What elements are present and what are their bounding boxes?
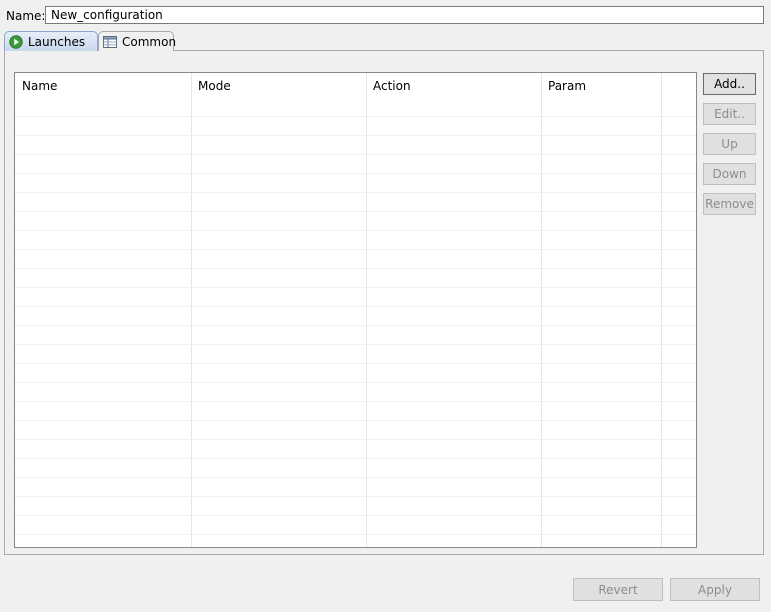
- table-row-line: [15, 515, 696, 516]
- table-row-line: [15, 230, 696, 231]
- table-row-line: [15, 173, 696, 174]
- remove-button[interactable]: Remove: [703, 193, 756, 215]
- run-icon: [9, 34, 23, 49]
- table-row-line: [15, 363, 696, 364]
- column-separator: [191, 73, 192, 547]
- table-row-line: [15, 496, 696, 497]
- column-separator: [541, 73, 542, 547]
- table-row-line: [15, 344, 696, 345]
- column-separator: [366, 73, 367, 547]
- table-row-line: [15, 211, 696, 212]
- edit-button[interactable]: Edit..: [703, 103, 756, 125]
- name-label: Name:: [6, 9, 46, 23]
- table-row-line: [15, 154, 696, 155]
- column-header-action[interactable]: Action: [366, 73, 541, 99]
- table-row-line: [15, 382, 696, 383]
- table-row-line: [15, 420, 696, 421]
- table-row-line: [15, 192, 696, 193]
- table-row-line: [15, 249, 696, 250]
- table-row-line: [15, 287, 696, 288]
- column-header-mode[interactable]: Mode: [191, 73, 366, 99]
- column-header-name[interactable]: Name: [15, 73, 191, 99]
- tab-common-label: Common: [122, 34, 177, 49]
- table-row-line: [15, 135, 696, 136]
- tab-launches[interactable]: Launches: [4, 31, 98, 51]
- up-button[interactable]: Up: [703, 133, 756, 155]
- table-row-line: [15, 439, 696, 440]
- revert-button[interactable]: Revert: [573, 578, 663, 601]
- apply-button[interactable]: Apply: [670, 578, 760, 601]
- launches-table[interactable]: Name Mode Action Param: [14, 72, 697, 548]
- down-button[interactable]: Down: [703, 163, 756, 185]
- table-row-line: [15, 325, 696, 326]
- table-row-line: [15, 534, 696, 535]
- name-input[interactable]: [45, 6, 764, 24]
- table-row-line: [15, 306, 696, 307]
- table-icon: [103, 35, 117, 49]
- table-row-line: [15, 477, 696, 478]
- tab-common[interactable]: Common: [98, 31, 177, 51]
- column-separator: [661, 73, 662, 547]
- table-row-line: [15, 458, 696, 459]
- column-header-param[interactable]: Param: [541, 73, 661, 99]
- add-button[interactable]: Add..: [703, 73, 756, 95]
- table-row-line: [15, 401, 696, 402]
- table-row-line: [15, 268, 696, 269]
- table-row-line: [15, 116, 696, 117]
- tab-launches-label: Launches: [28, 34, 86, 49]
